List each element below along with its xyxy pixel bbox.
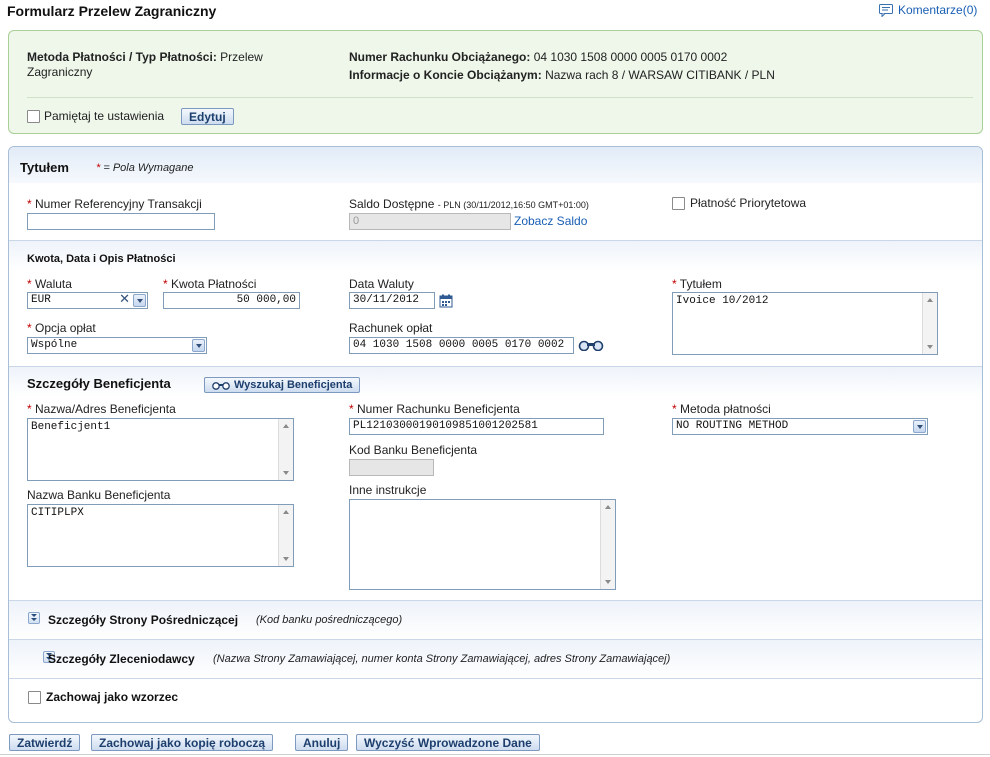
available-balance-field: 0 bbox=[349, 213, 511, 230]
section-divider bbox=[9, 678, 982, 679]
fee-account-input[interactable]: 04 1030 1508 0000 0005 0170 0002 bbox=[349, 337, 574, 354]
debit-account-info-value: Nazwa rach 8 / WARSAW CITIBANK / PLN bbox=[545, 68, 775, 82]
payment-method-label: Metoda Płatności / Typ Płatności: bbox=[27, 50, 217, 64]
edit-button[interactable]: Edytuj bbox=[181, 108, 234, 125]
summary-divider bbox=[27, 97, 973, 98]
clear-currency-icon[interactable]: ✕ bbox=[119, 293, 130, 307]
other-instructions-textarea[interactable] bbox=[349, 499, 616, 590]
beneficiary-bank-name-label: Nazwa Banku Beneficjenta bbox=[27, 488, 171, 502]
beneficiary-name-label: * Nazwa/Adres Beneficjenta bbox=[27, 402, 176, 416]
fee-account-label: Rachunek opłat bbox=[349, 321, 433, 335]
priority-payment-checkbox[interactable] bbox=[672, 196, 685, 210]
intermediary-section-title[interactable]: Szczegóły Strony Pośredniczącej bbox=[48, 613, 238, 627]
expand-intermediary-icon[interactable] bbox=[28, 612, 40, 624]
currency-select[interactable]: EUR ✕ bbox=[27, 292, 148, 309]
section-title-tytulem: Tytułem bbox=[20, 160, 69, 175]
beneficiary-section-title: Szczegóły Beneficjenta bbox=[27, 376, 171, 391]
amount-label: * Kwota Płatności bbox=[163, 277, 257, 291]
debit-account-value: 04 1030 1508 0000 0005 0170 0002 bbox=[533, 50, 728, 64]
amount-input[interactable]: 50 000,00 bbox=[163, 292, 300, 309]
save-as-template-checkbox[interactable] bbox=[28, 690, 41, 704]
payment-form-panel: Tytułem * = Pola Wymagane * Numer Refere… bbox=[8, 146, 983, 723]
binoculars-icon[interactable] bbox=[578, 339, 604, 351]
scrollbar[interactable] bbox=[600, 500, 615, 589]
cancel-button[interactable]: Anuluj bbox=[295, 734, 349, 751]
chevron-down-icon[interactable] bbox=[133, 294, 146, 307]
remember-settings: Pamiętaj te ustawienia bbox=[27, 109, 164, 123]
required-note-text: = Pola Wymagane bbox=[103, 162, 194, 174]
save-as-template: Zachowaj jako wzorzec bbox=[28, 690, 178, 704]
intermediary-section-note: (Kod banku pośredniczącego) bbox=[256, 614, 403, 626]
search-beneficiary-button[interactable]: Wyszukaj Beneficjenta bbox=[204, 377, 361, 393]
save-draft-button[interactable]: Zachowaj jako kopię roboczą bbox=[91, 734, 274, 751]
beneficiary-bank-code-field bbox=[349, 459, 434, 476]
beneficiary-bank-name-textarea[interactable]: CITIPLPX bbox=[27, 504, 294, 567]
debit-account-summary: Numer Rachunku Obciążanego: 04 1030 1508… bbox=[349, 50, 727, 64]
page-title: Formularz Przelew Zagraniczny bbox=[7, 3, 217, 19]
comments-link[interactable]: Komentarze(0) bbox=[879, 3, 977, 17]
chevron-down-icon[interactable] bbox=[913, 420, 926, 433]
beneficiary-account-label: * Numer Rachunku Beneficjenta bbox=[349, 402, 520, 416]
priority-payment-label: Płatność Priorytetowa bbox=[690, 196, 807, 210]
required-marker: * bbox=[96, 162, 101, 174]
page-bottom-divider bbox=[0, 754, 990, 755]
payment-summary-box: Metoda Płatności / Typ Płatności: Przele… bbox=[8, 30, 983, 134]
title-textarea[interactable]: Ivoice 10/2012 bbox=[672, 292, 938, 355]
value-date-label: Data Waluty bbox=[349, 277, 414, 291]
value-date-input[interactable]: 30/11/2012 bbox=[349, 292, 435, 309]
calendar-icon[interactable] bbox=[439, 294, 453, 308]
remember-settings-checkbox[interactable] bbox=[27, 109, 40, 123]
scrollbar[interactable] bbox=[278, 419, 293, 480]
required-fields-note: * = Pola Wymagane bbox=[96, 162, 194, 174]
approve-button[interactable]: Zatwierdź bbox=[9, 734, 81, 751]
chevron-down-icon[interactable] bbox=[192, 339, 205, 352]
priority-payment: Płatność Priorytetowa bbox=[672, 196, 806, 210]
ordering-section-note: (Nazwa Strony Zamawiającej, numer konta … bbox=[213, 653, 671, 665]
save-as-template-label: Zachowaj jako wzorzec bbox=[46, 690, 179, 704]
debit-account-info-label: Informacje o Koncie Obciążanym: bbox=[349, 68, 542, 82]
fee-option-select[interactable]: Wspólne bbox=[27, 337, 207, 354]
payment-method-select[interactable]: NO ROUTING METHOD bbox=[672, 418, 928, 435]
beneficiary-bank-code-label: Kod Banku Beneficjenta bbox=[349, 443, 478, 457]
comments-label: Komentarze(0) bbox=[898, 3, 978, 17]
available-balance-label: Saldo Dostępne - PLN (30/11/2012,16:50 G… bbox=[349, 197, 589, 211]
payment-method-label: * Metoda płatności bbox=[672, 402, 771, 416]
payment-section-title: Kwota, Data i Opis Płatności bbox=[27, 253, 176, 265]
other-instructions-label: Inne instrukcje bbox=[349, 483, 427, 497]
fee-option-label: * Opcja opłat bbox=[27, 321, 96, 335]
beneficiary-account-input[interactable]: PL12103000190109851001202581 bbox=[349, 418, 604, 435]
comment-icon bbox=[879, 3, 893, 17]
reference-number-label: * Numer Referencyjny Transakcji bbox=[27, 197, 202, 211]
debit-account-label: Numer Rachunku Obciążanego: bbox=[349, 50, 531, 64]
remember-settings-label: Pamiętaj te ustawienia bbox=[44, 109, 165, 123]
binoculars-icon bbox=[212, 381, 230, 390]
scrollbar[interactable] bbox=[278, 505, 293, 566]
title-label: * Tytułem bbox=[672, 277, 722, 291]
reference-number-input[interactable] bbox=[27, 213, 215, 230]
scrollbar[interactable] bbox=[922, 293, 937, 354]
beneficiary-name-textarea[interactable]: Beneficjent1 bbox=[27, 418, 294, 481]
clear-data-button[interactable]: Wyczyść Wprowadzone Dane bbox=[356, 734, 540, 751]
ordering-section-title[interactable]: Szczegóły Zleceniodawcy bbox=[48, 652, 195, 666]
debit-account-info: Informacje o Koncie Obciążanym: Nazwa ra… bbox=[349, 68, 775, 82]
currency-label: * Waluta bbox=[27, 277, 72, 291]
see-balance-link[interactable]: Zobacz Saldo bbox=[514, 214, 587, 228]
payment-method-summary: Metoda Płatności / Typ Płatności: Przele… bbox=[27, 50, 327, 80]
available-balance-meta: - PLN (30/11/2012,16:50 GMT+01:00) bbox=[437, 200, 589, 210]
